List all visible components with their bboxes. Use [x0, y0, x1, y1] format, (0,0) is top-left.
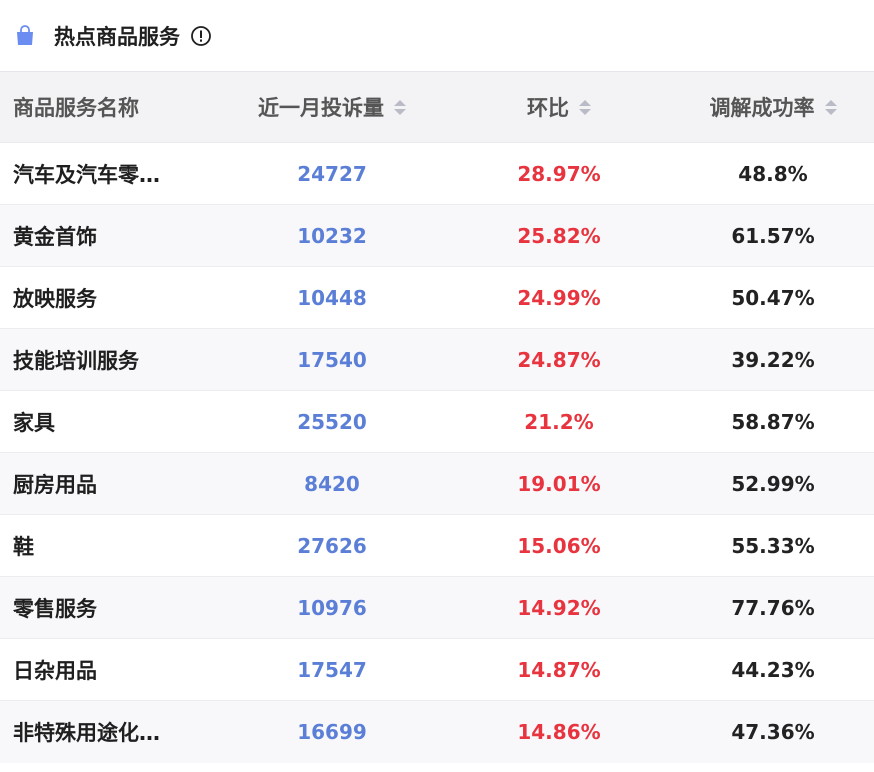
service-name-cell: 技能培训服务 — [0, 328, 218, 391]
column-header-complaints[interactable]: 近一月投诉量 — [218, 72, 446, 143]
shopping-bag-icon — [14, 24, 36, 47]
complaints-cell: 17540 — [218, 328, 446, 391]
sort-icon[interactable] — [579, 99, 591, 115]
success-rate-cell: 50.47% — [672, 266, 874, 329]
mom-cell: 24.87% — [446, 328, 672, 391]
panel-title: 热点商品服务 — [54, 24, 180, 49]
table-row[interactable]: 厨房用品 8420 19.01% 52.99% — [0, 452, 874, 515]
column-header-complaints-label: 近一月投诉量 — [258, 96, 384, 120]
column-header-rate-label: 调解成功率 — [709, 96, 815, 120]
service-name-cell: 家具 — [0, 390, 218, 453]
mom-cell: 14.92% — [446, 576, 672, 639]
table-row[interactable]: 零售服务 10976 14.92% 77.76% — [0, 576, 874, 639]
service-name-cell: 日杂用品 — [0, 638, 218, 701]
table-row[interactable]: 鞋 27626 15.06% 55.33% — [0, 514, 874, 577]
mom-cell: 21.2% — [446, 390, 672, 453]
service-name-cell: 黄金首饰 — [0, 204, 218, 267]
complaints-cell: 16699 — [218, 700, 446, 763]
table-row[interactable]: 非特殊用途化… 16699 14.86% 47.36% — [0, 700, 874, 763]
service-name-cell: 鞋 — [0, 514, 218, 577]
table-row[interactable]: 家具 25520 21.2% 58.87% — [0, 390, 874, 453]
column-header-mom[interactable]: 环比 — [446, 72, 672, 143]
complaints-cell: 27626 — [218, 514, 446, 577]
service-name-cell: 厨房用品 — [0, 452, 218, 515]
service-name-cell: 汽车及汽车零… — [0, 142, 218, 205]
service-name-cell: 放映服务 — [0, 266, 218, 329]
table-row[interactable]: 技能培训服务 17540 24.87% 39.22% — [0, 328, 874, 391]
table-row[interactable]: 汽车及汽车零… 24727 28.97% 48.8% — [0, 142, 874, 205]
table-header-row: 商品服务名称 近一月投诉量 环比 调解成功率 — [0, 72, 874, 143]
table-row[interactable]: 日杂用品 17547 14.87% 44.23% — [0, 638, 874, 701]
mom-cell: 14.87% — [446, 638, 672, 701]
mom-cell: 24.99% — [446, 266, 672, 329]
success-rate-cell: 58.87% — [672, 390, 874, 453]
complaints-cell: 10232 — [218, 204, 446, 267]
complaints-cell: 10448 — [218, 266, 446, 329]
success-rate-cell: 61.57% — [672, 204, 874, 267]
success-rate-cell: 55.33% — [672, 514, 874, 577]
success-rate-cell: 48.8% — [672, 142, 874, 205]
success-rate-cell: 77.76% — [672, 576, 874, 639]
mom-cell: 15.06% — [446, 514, 672, 577]
panel-header: 热点商品服务 — [0, 0, 874, 72]
table-row[interactable]: 黄金首饰 10232 25.82% 61.57% — [0, 204, 874, 267]
success-rate-cell: 52.99% — [672, 452, 874, 515]
sort-icon[interactable] — [394, 99, 406, 115]
hot-services-table: 商品服务名称 近一月投诉量 环比 调解成功率 汽车及汽车零… 24727 28.… — [0, 72, 874, 763]
success-rate-cell: 39.22% — [672, 328, 874, 391]
column-header-name-label: 商品服务名称 — [13, 96, 139, 120]
column-header-name: 商品服务名称 — [0, 72, 218, 143]
service-name-cell: 非特殊用途化… — [0, 700, 218, 763]
complaints-cell: 25520 — [218, 390, 446, 453]
success-rate-cell: 44.23% — [672, 638, 874, 701]
mom-cell: 14.86% — [446, 700, 672, 763]
mom-cell: 25.82% — [446, 204, 672, 267]
complaints-cell: 24727 — [218, 142, 446, 205]
complaints-cell: 10976 — [218, 576, 446, 639]
sort-icon[interactable] — [824, 99, 837, 115]
column-header-rate[interactable]: 调解成功率 — [672, 72, 874, 143]
column-header-mom-label: 环比 — [527, 96, 569, 120]
success-rate-cell: 47.36% — [672, 700, 874, 763]
table-row[interactable]: 放映服务 10448 24.99% 50.47% — [0, 266, 874, 329]
info-icon[interactable] — [190, 25, 212, 47]
complaints-cell: 8420 — [218, 452, 446, 515]
complaints-cell: 17547 — [218, 638, 446, 701]
mom-cell: 19.01% — [446, 452, 672, 515]
mom-cell: 28.97% — [446, 142, 672, 205]
service-name-cell: 零售服务 — [0, 576, 218, 639]
